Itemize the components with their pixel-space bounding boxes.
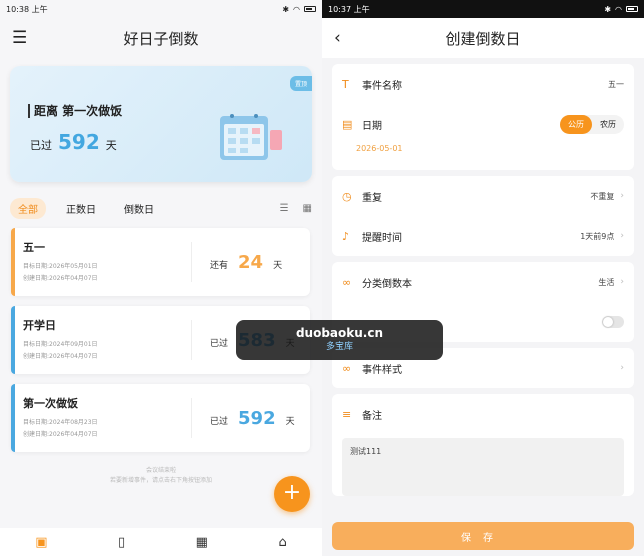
wifi-icon: ◠	[293, 4, 300, 14]
save-button[interactable]: 保存	[332, 522, 634, 550]
calendar-type-toggle: 公历 农历	[560, 114, 624, 134]
event-target-date: 目标日期:2026年05月01日	[23, 263, 98, 270]
pinned-prefix: 已过	[30, 139, 52, 152]
link-icon: ∞	[342, 361, 352, 375]
pinned-badge: 置顶	[289, 76, 312, 91]
back-icon[interactable]: ‹	[334, 28, 341, 48]
status-bar: 10:37 上午 ✱ ◠	[322, 0, 644, 18]
text-icon: T	[342, 77, 349, 91]
status-time: 10:37 上午	[328, 4, 370, 14]
repeat-label: 重复	[362, 192, 382, 204]
filter-tabs: 全部 正数日 倒数日 ☰ ▦	[10, 197, 312, 219]
tab-book-icon[interactable]: ▯	[118, 535, 125, 550]
pinned-unit: 天	[105, 139, 117, 152]
event-name-field[interactable]: 五一	[608, 79, 624, 90]
event-count-label: 已过	[210, 338, 229, 349]
tab-basket-icon[interactable]: ⌂	[278, 535, 286, 550]
remind-row[interactable]: ♪ 提醒时间 1天前9点 ›	[342, 216, 624, 256]
bottom-tab-bar: ▣ ▯ ▦ ⌂	[0, 528, 322, 556]
event-created-date: 创建日期:2026年04月07日	[23, 275, 98, 282]
category-label: 分类倒数本	[362, 278, 412, 290]
category-row[interactable]: ∞ 分类倒数本 生活 ›	[342, 262, 624, 302]
tab-count-down[interactable]: 倒数日	[116, 198, 162, 219]
watermark: duobaoku.cn 多宝库	[236, 320, 443, 360]
pinned-days: 592	[58, 130, 100, 154]
chevron-right-icon: ›	[620, 277, 624, 287]
date-value[interactable]: 2026-05-01	[342, 144, 624, 170]
note-label: 备注	[362, 410, 382, 422]
tab-home-icon[interactable]: ▣	[35, 535, 47, 550]
home-screen: 10:38 上午 ✱ ◠ ☰ 好日子倒数 置顶 距离 第一次做饭 已过 592 天…	[0, 0, 322, 556]
event-card[interactable]: 五一 目标日期:2026年05月01日 创建日期:2026年04月07日 还有 …	[11, 228, 310, 296]
event-target-date: 目标日期:2024年08月23日	[23, 419, 98, 426]
calendar-icon[interactable]: ▦	[303, 203, 312, 214]
empty-hint: 会议结束啦 若要新增事件，请点击右下角按钮添加	[109, 467, 212, 484]
style-label: 事件样式	[362, 364, 402, 376]
battery-icon	[626, 6, 638, 12]
event-count-label: 已过	[210, 416, 229, 427]
bluetooth-icon: ✱	[282, 4, 290, 14]
chevron-right-icon: ›	[620, 231, 624, 241]
solar-option[interactable]: 公历	[560, 114, 592, 134]
event-title: 五一	[23, 241, 45, 254]
event-name-label: 事件名称	[362, 80, 402, 92]
calendar-illustration	[220, 114, 282, 160]
add-event-button[interactable]: +	[274, 476, 310, 512]
chevron-right-icon: ›	[620, 191, 624, 201]
bell-icon: ♪	[342, 229, 350, 243]
wifi-icon: ◠	[615, 4, 622, 14]
event-days: 24	[238, 251, 264, 273]
page-title: 好日子倒数	[123, 29, 199, 48]
battery-icon	[304, 6, 316, 12]
list-view-icon[interactable]: ☰	[280, 203, 289, 214]
event-card[interactable]: 第一次做饭 目标日期:2024年08月23日 创建日期:2026年04月07日 …	[11, 384, 310, 452]
chevron-right-icon: ›	[620, 363, 624, 373]
app-header: ‹ 创建倒数日	[322, 18, 644, 58]
status-time: 10:38 上午	[6, 4, 48, 14]
repeat-row[interactable]: ◷ 重复 不重复 ›	[342, 176, 624, 216]
tab-all[interactable]: 全部	[10, 197, 46, 219]
calendar-icon: ▤	[342, 117, 353, 131]
event-name-row[interactable]: T 事件名称 五一	[342, 64, 624, 104]
event-unit: 天	[285, 416, 295, 427]
list-icon: ≡	[342, 407, 352, 421]
event-count-label: 还有	[210, 260, 229, 271]
event-target-date: 目标日期:2024年09月01日	[23, 341, 98, 348]
lunar-option[interactable]: 农历	[592, 115, 624, 134]
event-title: 开学日	[23, 319, 56, 332]
tab-grid-icon[interactable]: ▦	[196, 535, 208, 550]
date-label: 日期	[362, 120, 382, 132]
create-screen: 10:37 上午 ✱ ◠ ‹ 创建倒数日 T 事件名称 五一 ▤ 日期 公历 农历…	[322, 0, 644, 556]
event-created-date: 创建日期:2026年04月07日	[23, 353, 98, 360]
category-value: 生活	[598, 277, 615, 287]
event-title: 第一次做饭	[23, 397, 78, 410]
date-row: ▤ 日期 公历 农历	[342, 104, 624, 144]
tab-count-up[interactable]: 正数日	[58, 198, 104, 219]
note-textarea[interactable]: 测试111	[342, 438, 624, 496]
event-unit: 天	[273, 260, 283, 271]
note-row: ≡ 备注	[342, 394, 624, 434]
repeat-value: 不重复	[590, 191, 615, 201]
event-created-date: 创建日期:2026年04月07日	[23, 431, 98, 438]
app-header: ☰ 好日子倒数	[0, 18, 322, 58]
pin-toggle[interactable]	[602, 316, 624, 328]
bluetooth-icon: ✱	[604, 4, 612, 14]
page-title: 创建倒数日	[445, 29, 521, 48]
status-bar: 10:38 上午 ✱ ◠	[0, 0, 322, 18]
pinned-event-card[interactable]: 置顶 距离 第一次做饭 已过 592 天	[10, 66, 312, 182]
event-days: 592	[238, 407, 276, 429]
menu-icon[interactable]: ☰	[12, 28, 27, 48]
pinned-event-title: 距离 第一次做饭	[34, 104, 123, 118]
remind-label: 提醒时间	[362, 232, 402, 244]
clock-icon: ◷	[342, 189, 352, 203]
link-icon: ∞	[342, 275, 352, 289]
remind-value: 1天前9点	[580, 231, 615, 241]
